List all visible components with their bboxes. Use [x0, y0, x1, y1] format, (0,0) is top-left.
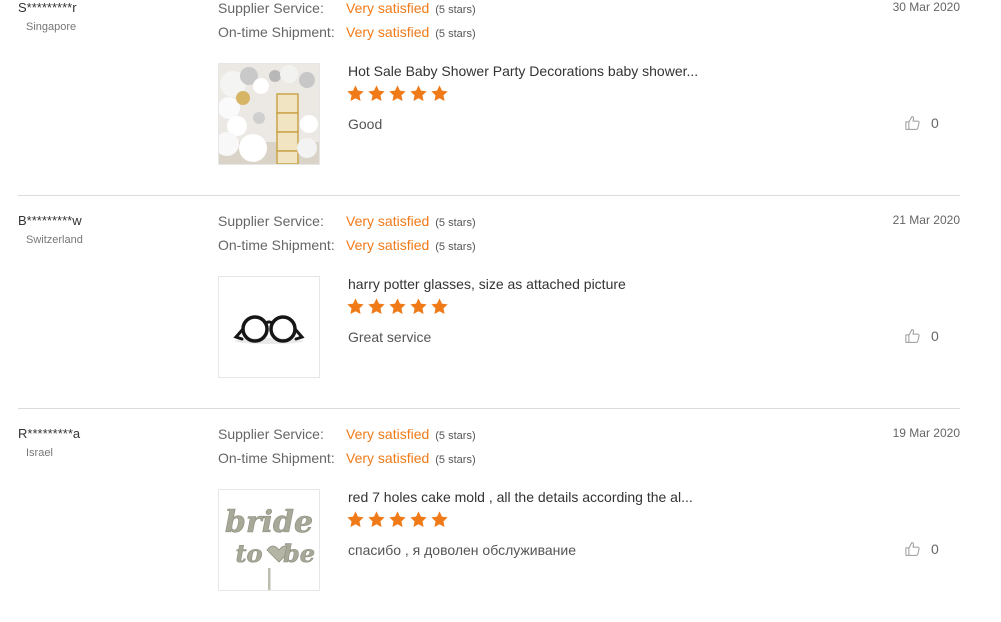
- rating-stars: [346, 297, 449, 316]
- product-title[interactable]: red 7 holes cake mold , all the details …: [348, 489, 693, 505]
- star-icon: [347, 298, 364, 315]
- shipment-stars: (5 stars): [435, 28, 476, 40]
- balloons-image: [219, 64, 319, 164]
- rating-stars: [346, 510, 449, 529]
- star-icon: [410, 511, 427, 528]
- buyer-name: S*********r: [18, 0, 77, 15]
- buyer-country: Israel: [26, 447, 53, 459]
- shipment-row: On-time Shipment: Very satisfied (5 stars): [218, 24, 476, 40]
- star-icon: [389, 298, 406, 315]
- product-thumbnail[interactable]: [218, 276, 320, 378]
- product-title[interactable]: harry potter glasses, size as attached p…: [348, 276, 626, 292]
- helpful-count: 0: [931, 115, 939, 131]
- cake-topper-text: be: [283, 539, 315, 568]
- star-icon: [368, 298, 385, 315]
- supplier-service-value: Very satisfied: [346, 213, 430, 229]
- supplier-service-row: Supplier Service: Very satisfied (5 stars): [218, 426, 476, 442]
- buyer-name: B*********w: [18, 213, 82, 228]
- star-icon: [410, 85, 427, 102]
- buyer-name: R*********a: [18, 426, 81, 441]
- buyer-country: Switzerland: [26, 234, 83, 246]
- thumbs-up-icon: [905, 542, 920, 556]
- product-thumbnail[interactable]: bride to be: [218, 489, 320, 591]
- glasses-image: [219, 277, 319, 377]
- review-item: R*********a Israel Supplier Service: Very…: [18, 409, 960, 622]
- supplier-service-stars: (5 stars): [435, 217, 476, 229]
- shipment-value: Very satisfied: [346, 450, 430, 466]
- supplier-service-row: Supplier Service: Very satisfied (5 stars): [218, 213, 476, 229]
- helpful-button[interactable]: 0: [904, 327, 939, 345]
- helpful-button[interactable]: 0: [904, 540, 939, 558]
- star-icon: [431, 298, 448, 315]
- shipment-label: On-time Shipment:: [218, 237, 335, 253]
- supplier-service-stars: (5 stars): [435, 430, 476, 442]
- supplier-service-value: Very satisfied: [346, 426, 430, 442]
- rating-stars: [346, 84, 449, 103]
- cake-topper-text: bride: [225, 505, 313, 540]
- star-icon: [431, 85, 448, 102]
- star-icon: [431, 511, 448, 528]
- thumbs-up-icon: [905, 116, 920, 130]
- helpful-button[interactable]: 0: [904, 114, 939, 132]
- review-date: 19 Mar 2020: [892, 426, 960, 440]
- review-comment: спасибо , я доволен обслуживание: [348, 542, 576, 558]
- thumbs-up-icon: [905, 329, 920, 343]
- supplier-service-label: Supplier Service:: [218, 426, 324, 442]
- review-item: B*********w Switzerland Supplier Service…: [18, 196, 960, 409]
- star-icon: [368, 85, 385, 102]
- shipment-value: Very satisfied: [346, 24, 430, 40]
- star-icon: [347, 85, 364, 102]
- review-comment: Good: [348, 116, 383, 132]
- supplier-service-label: Supplier Service:: [218, 213, 324, 229]
- star-icon: [347, 511, 364, 528]
- review-date: 30 Mar 2020: [892, 0, 960, 14]
- shipment-stars: (5 stars): [435, 241, 476, 253]
- shipment-value: Very satisfied: [346, 237, 430, 253]
- shipment-stars: (5 stars): [435, 454, 476, 466]
- supplier-service-row: Supplier Service: Very satisfied (5 stars): [218, 0, 476, 16]
- review-date: 21 Mar 2020: [892, 213, 960, 227]
- review-comment: Great service: [348, 329, 432, 345]
- shipment-label: On-time Shipment:: [218, 24, 335, 40]
- shipment-row: On-time Shipment: Very satisfied (5 stars): [218, 237, 476, 253]
- star-icon: [389, 511, 406, 528]
- supplier-service-label: Supplier Service:: [218, 0, 324, 16]
- supplier-service-value: Very satisfied: [346, 0, 430, 16]
- cake-topper-text: to: [235, 539, 262, 568]
- helpful-count: 0: [931, 328, 939, 344]
- product-thumbnail[interactable]: [218, 63, 320, 165]
- helpful-count: 0: [931, 541, 939, 557]
- star-icon: [368, 511, 385, 528]
- buyer-country: Singapore: [26, 21, 77, 33]
- cake-topper-image: bride to be: [219, 490, 319, 590]
- supplier-service-stars: (5 stars): [435, 4, 476, 16]
- star-icon: [389, 85, 406, 102]
- shipment-label: On-time Shipment:: [218, 450, 335, 466]
- review-item: S*********r Singapore Supplier Service: V…: [18, 0, 960, 196]
- shipment-row: On-time Shipment: Very satisfied (5 stars): [218, 450, 476, 466]
- product-title[interactable]: Hot Sale Baby Shower Party Decorations b…: [348, 63, 698, 79]
- star-icon: [410, 298, 427, 315]
